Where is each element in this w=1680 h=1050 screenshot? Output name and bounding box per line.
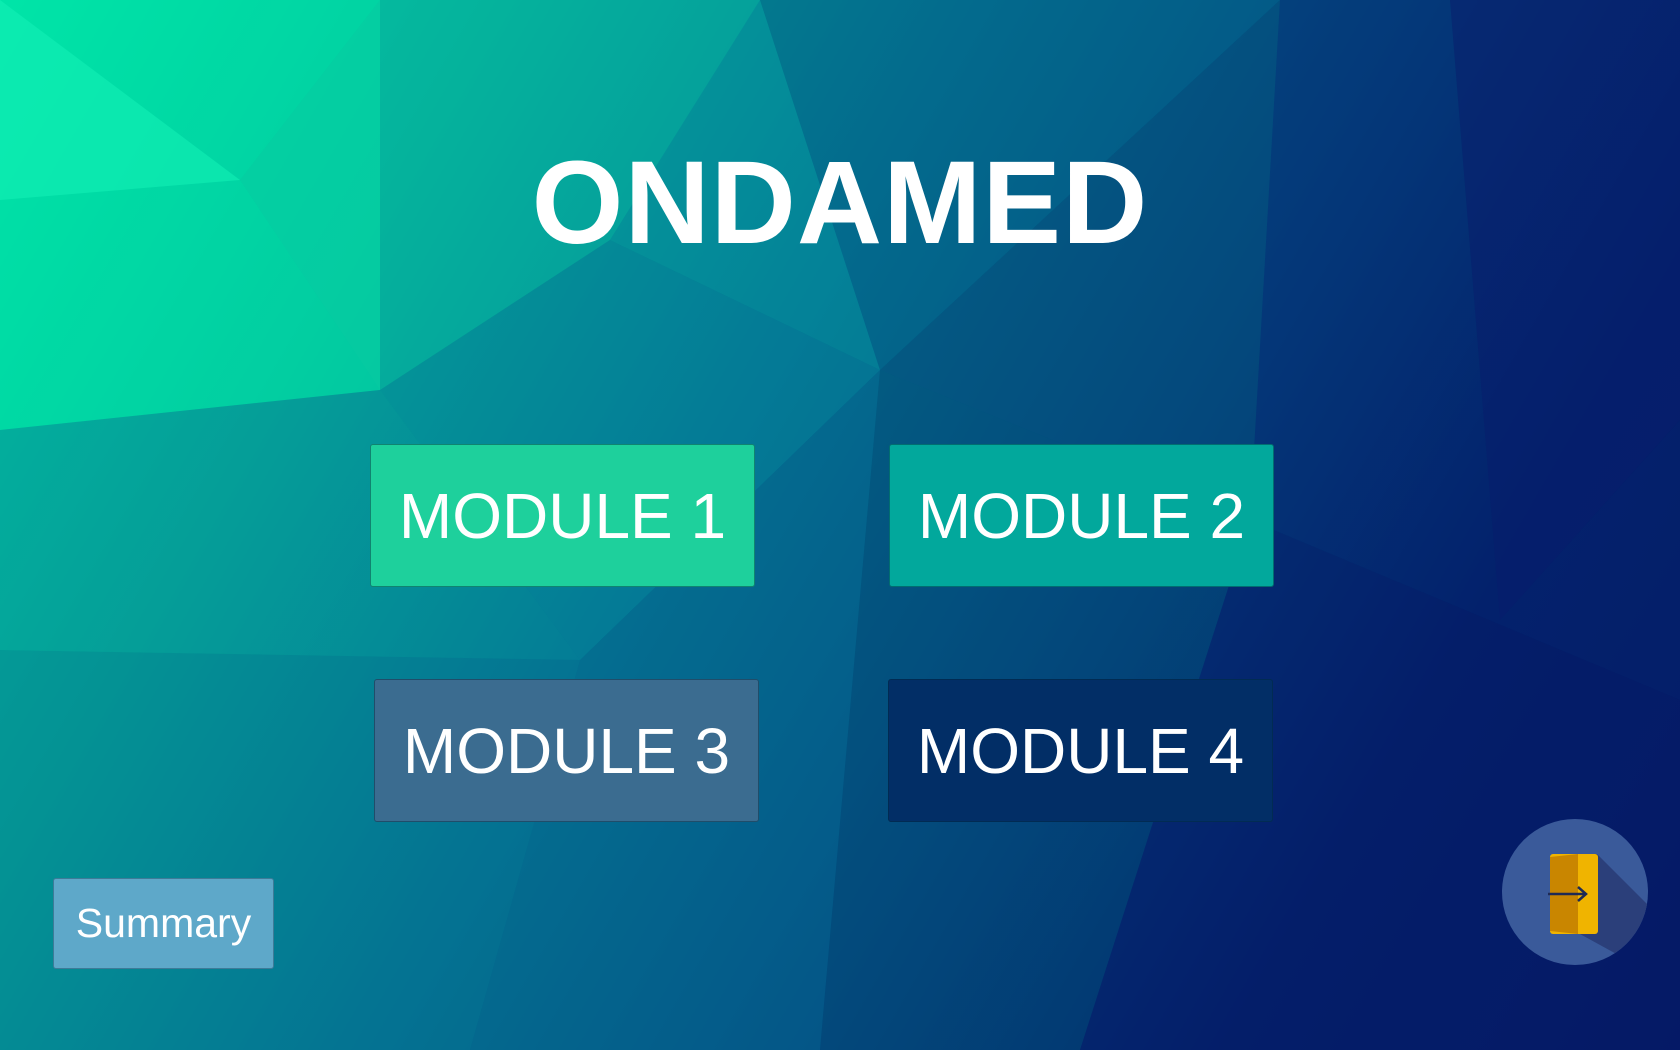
main-menu-screen: ONDAMED MODULE 1 MODULE 2 MODULE 3 MODUL…	[0, 0, 1680, 1050]
module-2-button[interactable]: MODULE 2	[889, 444, 1274, 587]
app-title: ONDAMED	[531, 137, 1149, 269]
exit-button[interactable]	[1502, 819, 1648, 965]
module-1-button[interactable]: MODULE 1	[370, 444, 755, 587]
summary-button[interactable]: Summary	[53, 878, 274, 969]
module-3-button[interactable]: MODULE 3	[374, 679, 759, 822]
exit-door-icon	[1502, 819, 1648, 965]
module-4-button[interactable]: MODULE 4	[888, 679, 1273, 822]
